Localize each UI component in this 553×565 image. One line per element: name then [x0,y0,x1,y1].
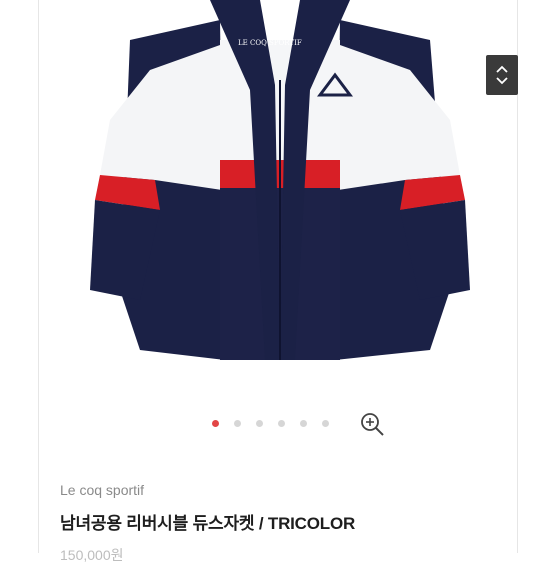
image-pagination [212,414,344,432]
zoom-in-icon[interactable] [358,410,386,438]
pagination-dot[interactable] [322,419,329,427]
brand-link[interactable]: Le coq sportif [60,482,144,498]
scroll-toggle-button[interactable] [486,55,518,95]
frame-divider-left [38,0,39,553]
chevron-down-icon [496,77,508,85]
product-price: 150,000원 [60,547,124,563]
product-image[interactable]: LE COQ SPORTIF [60,0,500,360]
product-name: 남녀공용 리버시블 듀스자켓 / TRICOLOR [60,514,356,533]
logo-text: LE COQ SPORTIF [238,39,302,47]
pagination-dot[interactable] [278,419,285,427]
pagination-dot[interactable] [256,419,263,427]
pagination-dot[interactable] [234,419,241,427]
pagination-dot[interactable] [300,419,307,427]
chevron-up-icon [496,65,508,73]
pagination-dot[interactable] [212,419,219,427]
